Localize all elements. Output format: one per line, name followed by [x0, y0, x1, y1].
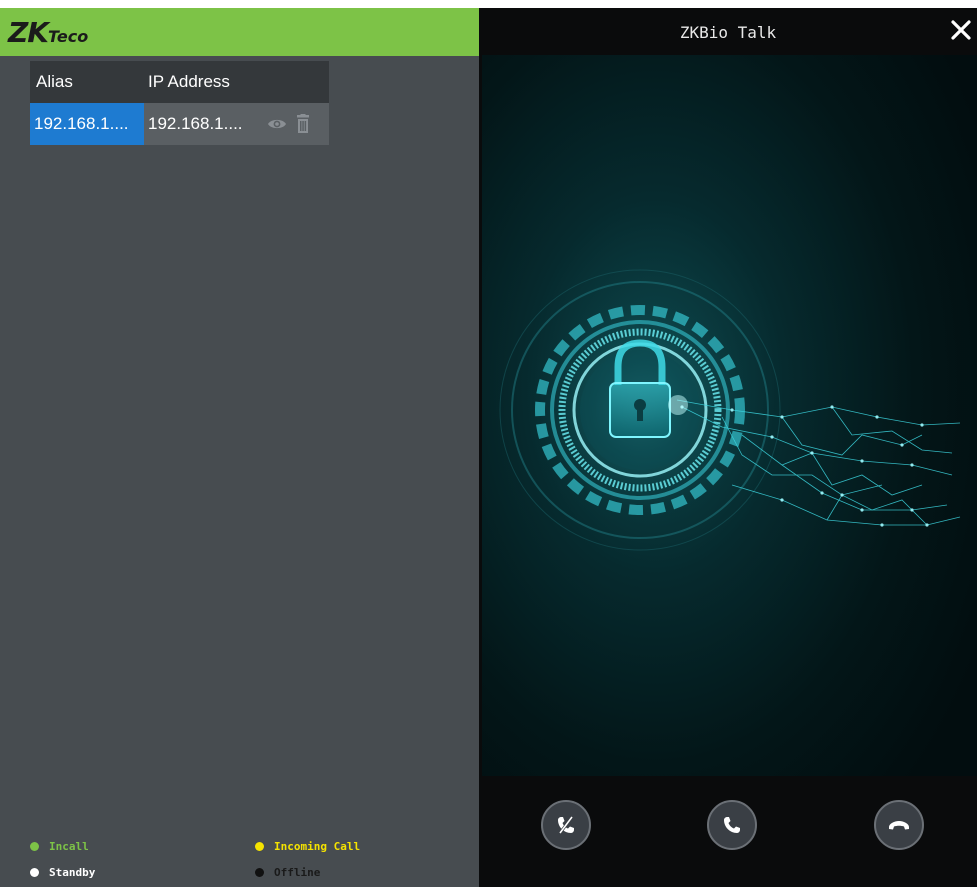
- window-title: ZKBio Talk: [679, 22, 777, 42]
- device-table: Alias IP Address 192.168.1.... 192.168.1…: [30, 61, 329, 145]
- close-button[interactable]: [949, 18, 973, 42]
- legend-incall-label: Incall: [49, 840, 89, 853]
- cell-alias[interactable]: 192.168.1....: [30, 103, 144, 145]
- legend-offline-label: Offline: [274, 866, 321, 879]
- talk-panel: ZKBio Talk: [479, 8, 977, 887]
- eye-icon[interactable]: [266, 113, 288, 135]
- answer-call-button[interactable]: [707, 800, 757, 850]
- device-list-panel: ZK Teco Alias IP Address 192.168.1.... 1…: [0, 8, 479, 887]
- trash-icon[interactable]: [292, 113, 314, 135]
- mute-call-button[interactable]: [541, 800, 591, 850]
- mute-call-icon: [558, 816, 574, 834]
- hangup-icon: [889, 821, 909, 830]
- column-header-ip-address: IP Address: [148, 72, 230, 91]
- table-row[interactable]: 192.168.1.... 192.168.1....: [30, 103, 329, 145]
- top-margin-left: [0, 0, 479, 8]
- zkbio-talk-window: ZK Teco Alias IP Address 192.168.1.... 1…: [0, 0, 977, 887]
- video-preview: [482, 55, 977, 776]
- phone-icon: [724, 817, 740, 833]
- logo-sub-text: Teco: [48, 27, 89, 46]
- call-control-bar: [479, 776, 977, 887]
- standby-dot-icon: [30, 868, 39, 877]
- offline-dot-icon: [255, 868, 264, 877]
- legend-offline: Offline: [255, 866, 320, 879]
- incoming-call-dot-icon: [255, 842, 264, 851]
- cell-ip-address[interactable]: 192.168.1....: [144, 114, 262, 134]
- legend-standby-label: Standby: [49, 866, 96, 879]
- incall-dot-icon: [30, 842, 39, 851]
- logo-main-text: ZK: [8, 16, 49, 49]
- legend-incoming-call-label: Incoming Call: [274, 840, 361, 853]
- legend-incall: Incall: [30, 840, 89, 853]
- hangup-call-button[interactable]: [874, 800, 924, 850]
- security-lock-hand-illustration: [482, 55, 977, 776]
- close-icon: [951, 20, 971, 40]
- column-header-alias: Alias: [36, 72, 73, 91]
- top-margin-right: [479, 0, 977, 8]
- legend-incoming-call: Incoming Call: [255, 840, 360, 853]
- table-header: Alias IP Address: [30, 61, 329, 103]
- logo-bar: ZK Teco: [0, 8, 479, 56]
- legend-standby: Standby: [30, 866, 95, 879]
- zkteco-logo: ZK Teco: [8, 16, 88, 50]
